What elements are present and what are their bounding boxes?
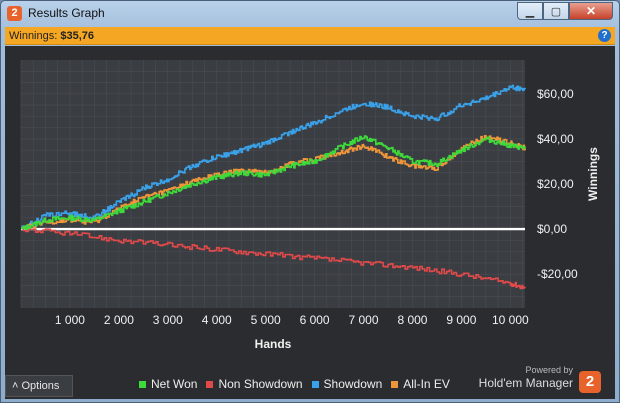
results-graph-window: 2 Results Graph ▁ ▢ ✕ Winnings: $35,76 ?… <box>0 0 620 403</box>
x-tick-label: 4 000 <box>202 313 232 327</box>
results-chart: 1 000 2 000 3 000 4 000 5 000 6 000 7 000 8 000… <box>20 60 600 351</box>
minimize-icon: ▁ <box>525 5 535 18</box>
hm2-brand-logo-icon: 2 <box>579 371 601 393</box>
window-title: Results Graph <box>28 6 105 20</box>
y-tick-label: $60,00 <box>537 87 574 101</box>
x-tick-label: 7 000 <box>349 313 379 327</box>
y-tick-label: -$20,00 <box>537 267 578 281</box>
legend-item[interactable]: Net Won <box>139 377 197 391</box>
legend-label: Net Won <box>151 377 198 391</box>
options-label: Options <box>21 380 60 392</box>
y-tick-label: $20,00 <box>537 177 574 191</box>
maximize-button[interactable]: ▢ <box>543 2 569 20</box>
legend-label: All-In EV <box>403 377 450 391</box>
help-icon[interactable]: ? <box>598 29 611 42</box>
hm2-logo-icon: 2 <box>7 6 22 21</box>
winnings-value: $35,76 <box>60 30 95 42</box>
chevron-up-icon: ˄ <box>12 380 19 392</box>
window-controls: ▁ ▢ ✕ <box>517 2 613 20</box>
y-axis-label: Winnings <box>586 147 600 201</box>
y-tick-label: $40,00 <box>537 132 574 146</box>
x-tick-label: 6 000 <box>300 313 330 327</box>
x-axis-label: Hands <box>255 337 292 351</box>
legend-swatch <box>391 380 399 388</box>
legend-label: Non Showdown <box>218 377 303 391</box>
legend-swatch <box>206 380 214 388</box>
chart-legend: Net Won Non Showdown Showdown All-In EV <box>139 377 459 391</box>
x-tick-label: 2 000 <box>104 313 134 327</box>
winnings-bar: Winnings: $35,76 ? <box>5 27 615 45</box>
x-tick-label: 10 000 <box>492 313 529 327</box>
powered-by-text: Powered by <box>525 365 573 375</box>
brand-block: Powered by Hold'em Manager 2 <box>478 365 601 393</box>
x-tick-label: 9 000 <box>446 313 476 327</box>
close-button[interactable]: ✕ <box>569 2 613 20</box>
brand-name: Hold'em Manager <box>478 376 573 390</box>
legend-label: Showdown <box>323 377 383 391</box>
title-bar[interactable]: 2 Results Graph ▁ ▢ ✕ <box>1 1 619 26</box>
x-tick-label: 8 000 <box>397 313 427 327</box>
x-tick-label: 3 000 <box>153 313 183 327</box>
legend-item[interactable]: Non Showdown <box>206 377 303 391</box>
y-tick-label: $0,00 <box>537 222 567 236</box>
close-icon: ✕ <box>585 4 597 18</box>
x-tick-label: 5 000 <box>251 313 281 327</box>
minimize-button[interactable]: ▁ <box>517 2 543 20</box>
legend-item[interactable]: Showdown <box>311 377 383 391</box>
options-button[interactable]: ˄ Options <box>5 375 73 397</box>
legend-item[interactable]: All-In EV <box>391 377 450 391</box>
x-tick-label: 1 000 <box>55 313 85 327</box>
legend-swatch <box>139 380 146 388</box>
winnings-label: Winnings: <box>9 30 58 42</box>
legend-swatch <box>311 380 319 388</box>
maximize-icon: ▢ <box>550 5 562 18</box>
chart-area: 1 000 2 000 3 000 4 000 5 000 6 000 7 000 8 000… <box>5 46 615 399</box>
